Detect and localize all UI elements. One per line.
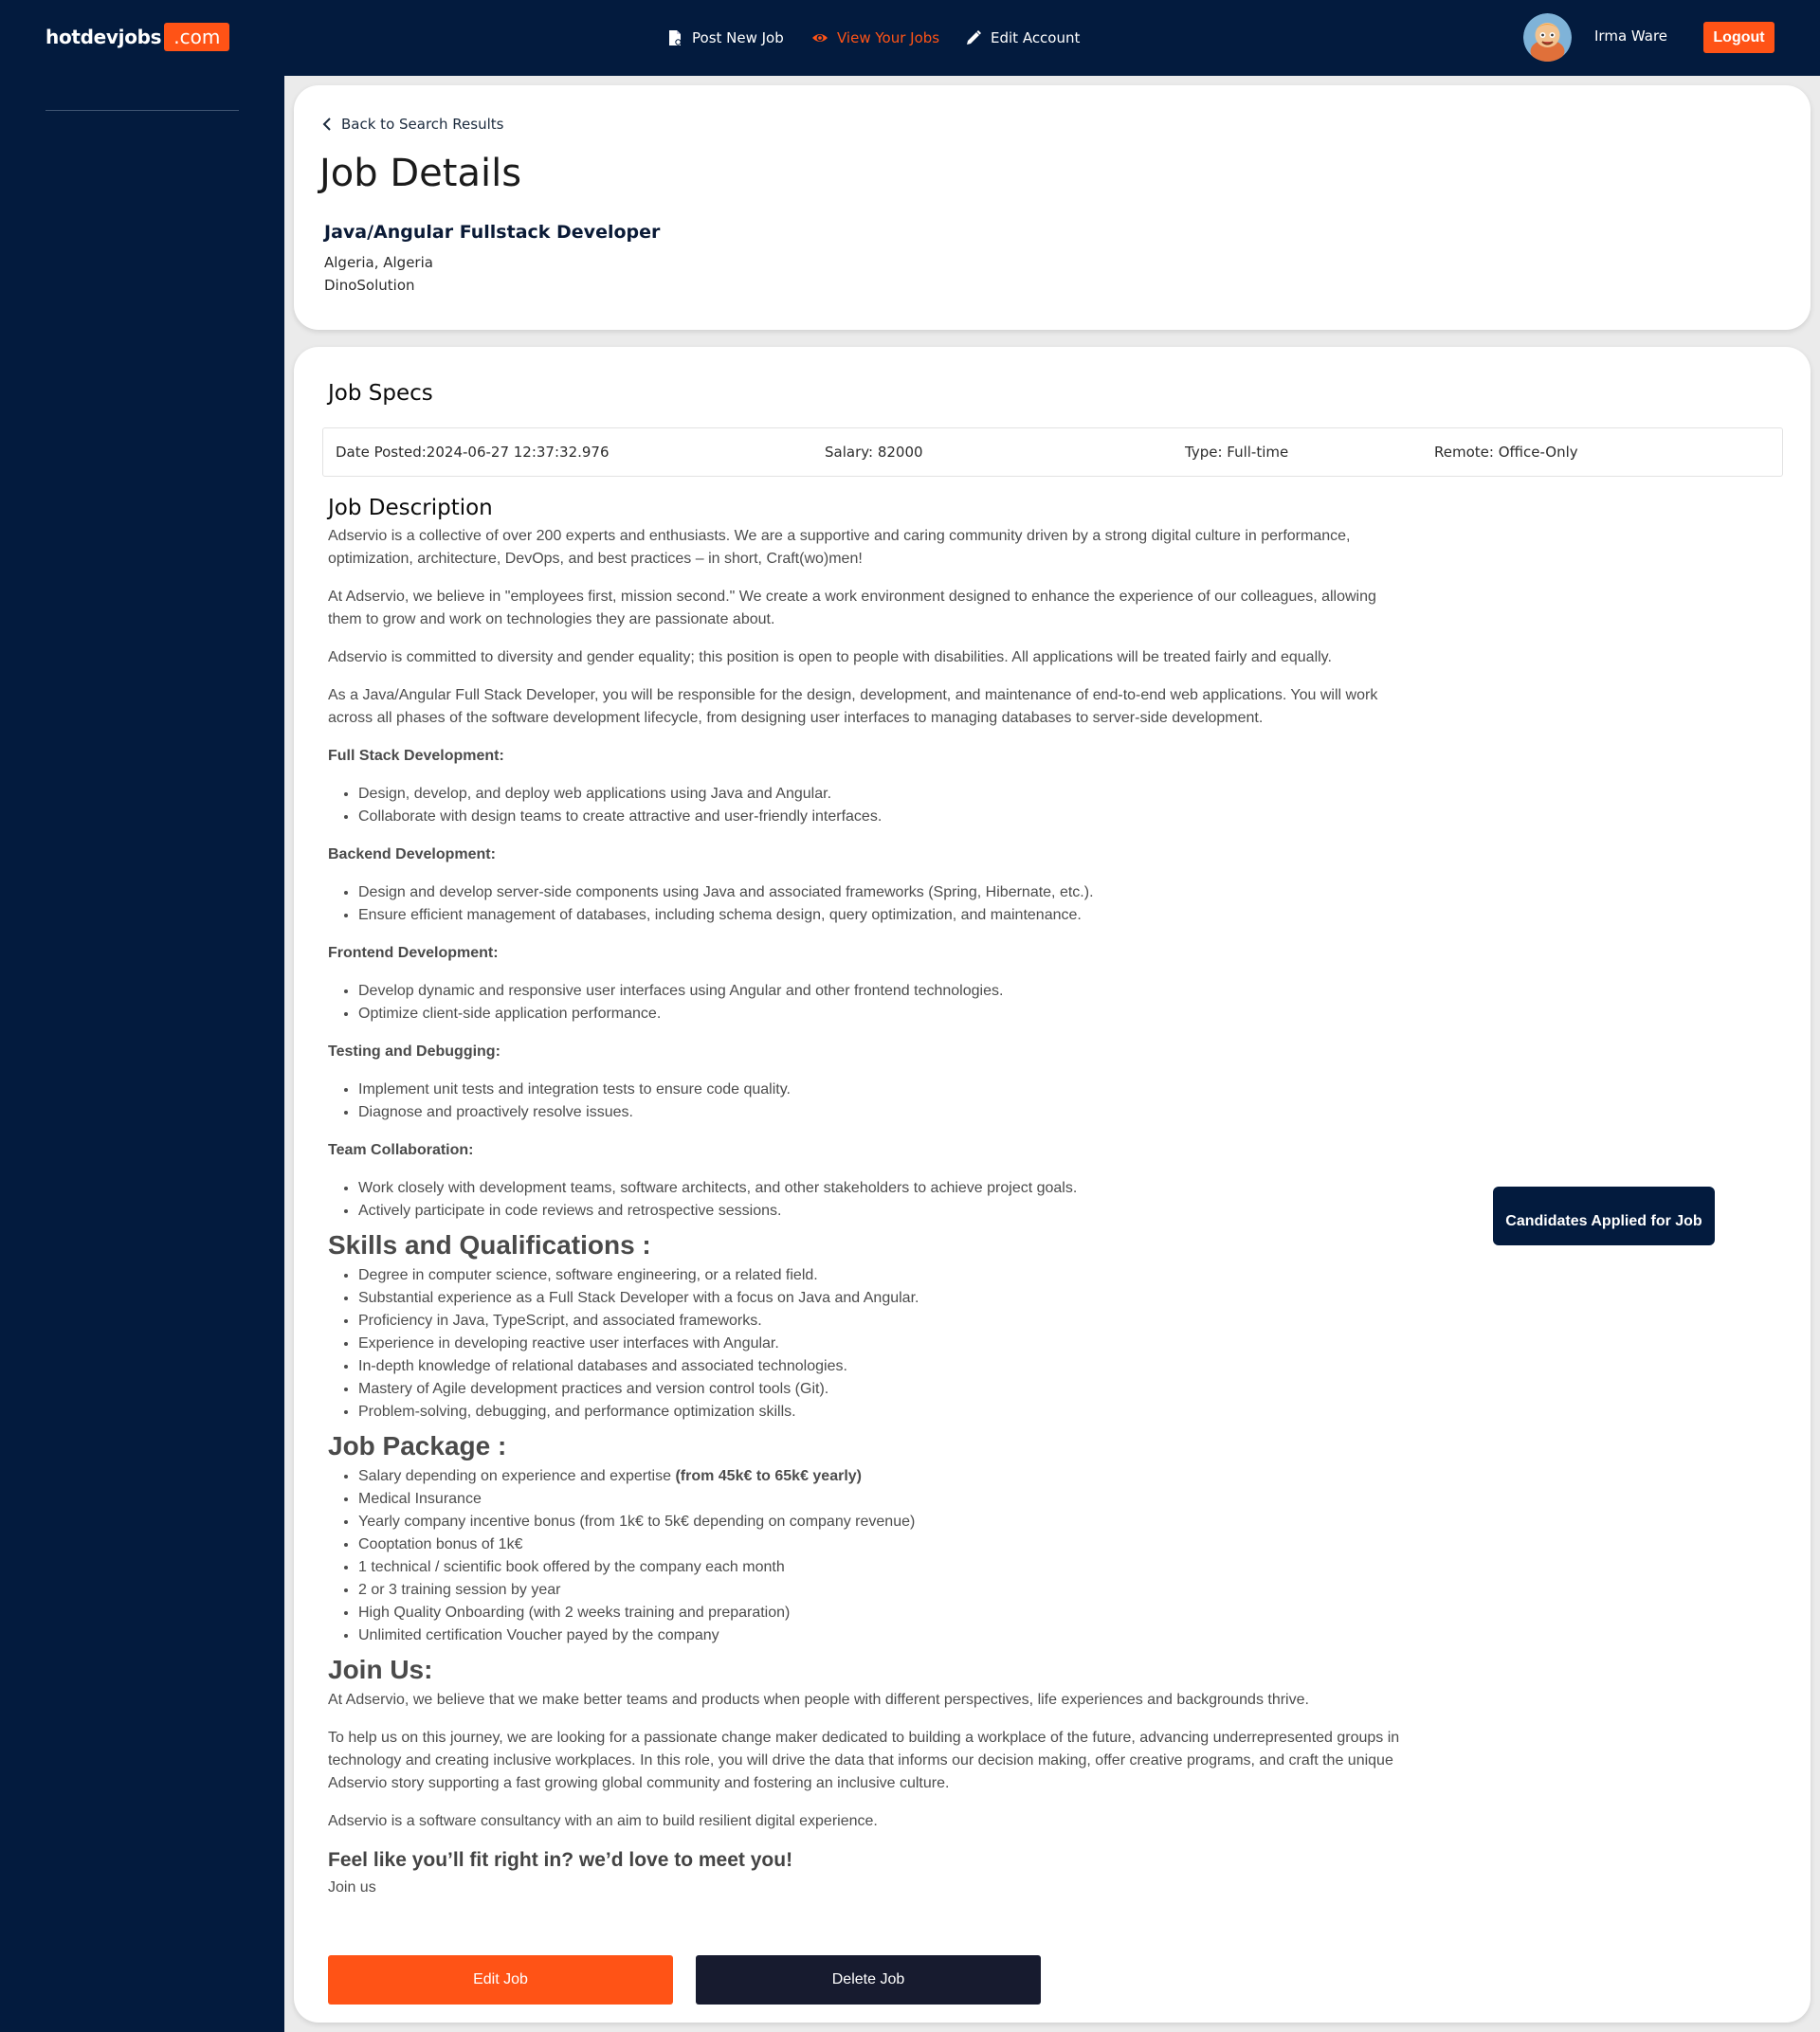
candidates-applied-button[interactable]: Candidates Applied for Job xyxy=(1493,1187,1715,1245)
section-title: Backend Development: xyxy=(328,846,496,862)
list-item: Diagnose and proactively resolve issues. xyxy=(358,1101,1409,1124)
fit-heading: Feel like you’ll fit right in? we’d love… xyxy=(328,1849,793,1871)
list-item: Yearly company incentive bonus (from 1k€… xyxy=(358,1511,1409,1533)
section-title: Testing and Debugging: xyxy=(328,1043,500,1060)
section-list: Design and develop server-side component… xyxy=(328,881,1409,927)
package-salary-range: (from 45k€ to 65k€ yearly) xyxy=(675,1468,862,1484)
logo-text: hotdevjobs xyxy=(46,26,162,48)
spec-remote: Remote: Office-Only xyxy=(1434,444,1578,461)
list-item: Design, develop, and deploy web applicat… xyxy=(358,783,1409,806)
logout-button[interactable]: Logout xyxy=(1703,22,1774,53)
section-title: Team Collaboration: xyxy=(328,1142,474,1158)
list-item: Problem-solving, debugging, and performa… xyxy=(358,1401,1409,1424)
logo-suffix: .com xyxy=(164,23,230,51)
job-title: Java/Angular Fullstack Developer xyxy=(324,222,661,243)
description-paragraph: Adservio is committed to diversity and g… xyxy=(328,649,1332,665)
join-paragraph: At Adservio, we believe that we make bet… xyxy=(328,1692,1309,1708)
section-title: Full Stack Development: xyxy=(328,748,504,764)
description-paragraph: As a Java/Angular Full Stack Developer, … xyxy=(328,687,1378,726)
list-item: Degree in computer science, software eng… xyxy=(358,1264,1409,1287)
user-avatar-icon xyxy=(1523,13,1572,62)
list-item: Optimize client-side application perform… xyxy=(358,1003,1409,1025)
nav-post-new-job[interactable]: Post New Job xyxy=(666,25,784,51)
join-us-text: Join us xyxy=(328,1879,376,1896)
site-logo[interactable]: hotdevjobs .com xyxy=(46,19,230,55)
list-item: 2 or 3 training session by year xyxy=(358,1579,1409,1602)
job-package-heading: Job Package : xyxy=(328,1431,507,1460)
file-document-icon xyxy=(669,30,682,45)
list-item: Medical Insurance xyxy=(358,1488,1409,1511)
section-list: Implement unit tests and integration tes… xyxy=(328,1079,1409,1124)
nav-post-new-job-label: Post New Job xyxy=(692,29,784,46)
list-item: Mastery of Agile development practices a… xyxy=(358,1378,1409,1401)
user-name: Irma Ware xyxy=(1594,27,1668,45)
delete-job-button[interactable]: Delete Job xyxy=(696,1955,1041,2005)
list-item: Design and develop server-side component… xyxy=(358,881,1409,904)
list-item: Implement unit tests and integration tes… xyxy=(358,1079,1409,1101)
job-specs-heading: Job Specs xyxy=(328,381,433,406)
list-item: Substantial experience as a Full Stack D… xyxy=(358,1287,1409,1310)
section-list: Design, develop, and deploy web applicat… xyxy=(328,783,1409,828)
list-item: Ensure efficient management of databases… xyxy=(358,904,1409,927)
list-item: Proficiency in Java, TypeScript, and ass… xyxy=(358,1310,1409,1333)
job-description-heading: Job Description xyxy=(328,496,493,520)
sidebar-divider xyxy=(46,110,239,111)
nav-edit-account-label: Edit Account xyxy=(991,29,1081,46)
list-item: High Quality Onboarding (with 2 weeks tr… xyxy=(358,1602,1409,1624)
avatar[interactable] xyxy=(1523,13,1572,62)
back-to-search-link[interactable]: Back to Search Results xyxy=(322,116,503,133)
job-location: Algeria, Algeria xyxy=(324,254,433,271)
section-list: Work closely with development teams, sof… xyxy=(328,1177,1409,1223)
join-paragraph: Adservio is a software consultancy with … xyxy=(328,1813,878,1829)
nav-view-your-jobs[interactable]: View Your Jobs xyxy=(811,25,939,51)
main-content: Back to Search Results Job Details Java/… xyxy=(284,76,1820,2032)
section-title: Frontend Development: xyxy=(328,945,499,961)
job-company: DinoSolution xyxy=(324,277,415,294)
list-item: Cooptation bonus of 1k€ xyxy=(358,1533,1409,1556)
job-description-body: Adservio is a collective of over 200 exp… xyxy=(328,525,1409,1899)
package-list: Salary depending on experience and exper… xyxy=(328,1465,1409,1647)
spec-date-posted: Date Posted:2024-06-27 12:37:32.976 xyxy=(336,444,610,461)
list-item: 1 technical / scientific book offered by… xyxy=(358,1556,1409,1579)
chevron-left-icon xyxy=(322,118,331,131)
list-item: Salary depending on experience and exper… xyxy=(358,1465,1409,1488)
list-item: Experience in developing reactive user i… xyxy=(358,1333,1409,1355)
spec-type: Type: Full-time xyxy=(1185,444,1289,461)
sidebar xyxy=(0,76,284,2032)
section-list: Develop dynamic and responsive user inte… xyxy=(328,980,1409,1025)
job-specs-row: Date Posted:2024-06-27 12:37:32.976 Sala… xyxy=(322,427,1783,477)
list-item: Work closely with development teams, sof… xyxy=(358,1177,1409,1200)
job-specs-card: Job Specs Date Posted:2024-06-27 12:37:3… xyxy=(294,347,1811,2023)
list-item: Develop dynamic and responsive user inte… xyxy=(358,980,1409,1003)
page-title: Job Details xyxy=(319,152,522,195)
job-header-card: Back to Search Results Job Details Java/… xyxy=(294,85,1811,330)
top-navbar: hotdevjobs .com Post New Job View Your J… xyxy=(0,0,1820,76)
description-paragraph: At Adservio, we believe in "employees fi… xyxy=(328,589,1376,627)
join-paragraph: To help us on this journey, we are looki… xyxy=(328,1730,1400,1791)
list-item: Actively participate in code reviews and… xyxy=(358,1200,1409,1223)
back-link-label: Back to Search Results xyxy=(341,116,504,133)
package-salary-text: Salary depending on experience and exper… xyxy=(358,1468,676,1484)
list-item: In-depth knowledge of relational databas… xyxy=(358,1355,1409,1378)
list-item: Unlimited certification Voucher payed by… xyxy=(358,1624,1409,1647)
description-paragraph: Adservio is a collective of over 200 exp… xyxy=(328,528,1351,567)
nav-view-your-jobs-label: View Your Jobs xyxy=(837,29,940,46)
spec-salary: Salary: 82000 xyxy=(825,444,923,461)
join-us-heading: Join Us: xyxy=(328,1655,433,1684)
skills-list: Degree in computer science, software eng… xyxy=(328,1264,1409,1424)
list-item: Collaborate with design teams to create … xyxy=(358,806,1409,828)
eye-icon xyxy=(812,34,828,42)
skills-heading: Skills and Qualifications : xyxy=(328,1230,651,1260)
pencil-icon xyxy=(967,30,981,45)
edit-job-button[interactable]: Edit Job xyxy=(328,1955,673,2005)
nav-edit-account[interactable]: Edit Account xyxy=(965,25,1080,51)
